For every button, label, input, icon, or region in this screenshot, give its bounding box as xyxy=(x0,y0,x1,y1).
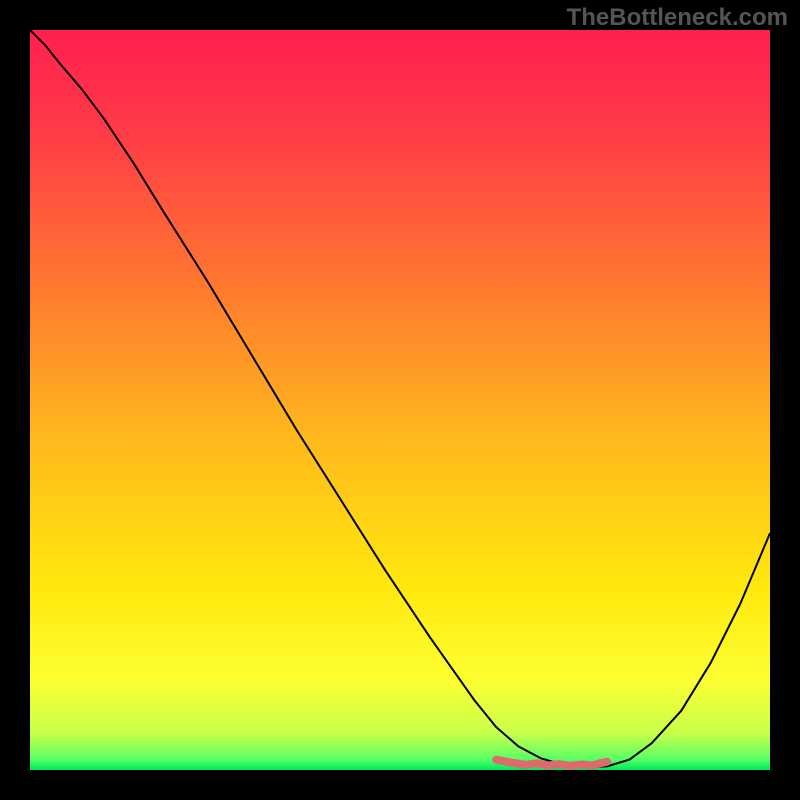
chart-container: TheBottleneck.com xyxy=(0,0,800,800)
chart-svg xyxy=(30,30,770,770)
watermark-text: TheBottleneck.com xyxy=(567,4,788,32)
gradient-background xyxy=(30,30,770,770)
plot-area xyxy=(30,30,770,770)
